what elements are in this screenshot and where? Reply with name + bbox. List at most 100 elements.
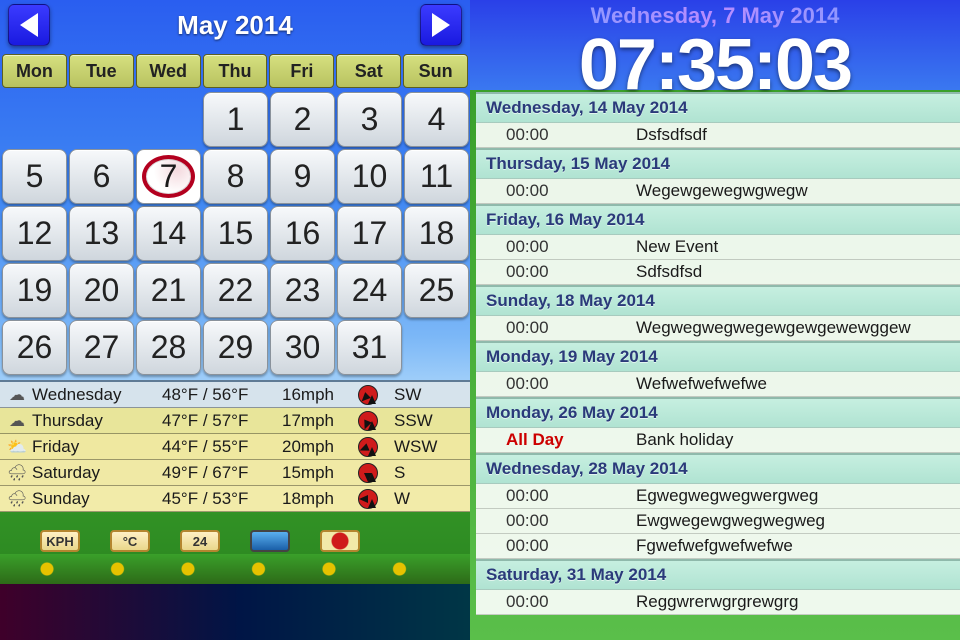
calendar-day[interactable]: 26 — [2, 320, 67, 375]
agenda-event-row[interactable]: All DayBank holiday — [476, 428, 960, 453]
calendar-day[interactable]: 2 — [270, 92, 335, 147]
calendar-day[interactable]: 7 — [136, 149, 201, 204]
agenda-event-time: 00:00 — [506, 181, 636, 201]
weather-dir: S — [384, 463, 454, 483]
agenda-event-time: 00:00 — [506, 237, 636, 257]
weekday-cell: Thu — [203, 54, 268, 88]
agenda-event-time: 00:00 — [506, 262, 636, 282]
next-month-button[interactable] — [420, 4, 462, 46]
weather-day: Thursday — [32, 411, 162, 431]
month-title: May 2014 — [177, 10, 293, 41]
options-row: KPH °C 24 — [40, 530, 360, 552]
weather-dir: SW — [384, 385, 454, 405]
calendar-day[interactable]: 22 — [203, 263, 268, 318]
compass-icon — [358, 463, 378, 483]
weather-temp: 49°F / 67°F — [162, 463, 282, 483]
calendar-day[interactable]: 20 — [69, 263, 134, 318]
weekday-cell: Mon — [2, 54, 67, 88]
calendar-day[interactable]: 29 — [203, 320, 268, 375]
agenda-event-title: Reggwrerwgrgrewgrg — [636, 592, 960, 612]
agenda-event-title: Sdfsdfsd — [636, 262, 960, 282]
agenda-day-header: Wednesday, 28 May 2014 — [476, 453, 960, 484]
calendar-day[interactable]: 24 — [337, 263, 402, 318]
calendar-day[interactable]: 25 — [404, 263, 469, 318]
weather-wind: 17mph — [282, 411, 352, 431]
compass-toggle-button[interactable] — [320, 530, 360, 552]
weather-temp: 45°F / 53°F — [162, 489, 282, 509]
wallpaper-button[interactable] — [250, 530, 290, 552]
calendar-day[interactable]: 31 — [337, 320, 402, 375]
calendar-day[interactable]: 9 — [270, 149, 335, 204]
weather-day: Sunday — [32, 489, 162, 509]
calendar-day[interactable]: 13 — [69, 206, 134, 261]
month-nav: May 2014 — [8, 4, 462, 46]
calendar-day[interactable]: 1 — [203, 92, 268, 147]
agenda-day-header: Saturday, 31 May 2014 — [476, 559, 960, 590]
agenda-day-header: Sunday, 18 May 2014 — [476, 285, 960, 316]
weather-temp: 48°F / 56°F — [162, 385, 282, 405]
calendar-day[interactable]: 30 — [270, 320, 335, 375]
calendar-day[interactable]: 16 — [270, 206, 335, 261]
current-time-label: 07:35:03 — [480, 29, 950, 101]
calendar-day[interactable]: 15 — [203, 206, 268, 261]
speed-unit-button[interactable]: KPH — [40, 530, 80, 552]
weather-day: Wednesday — [32, 385, 162, 405]
calendar-day[interactable]: 23 — [270, 263, 335, 318]
weekday-cell: Wed — [136, 54, 201, 88]
weekday-cell: Sun — [403, 54, 468, 88]
weather-row: 🌧Saturday49°F / 67°F15mphS — [0, 460, 470, 486]
calendar-day[interactable]: 3 — [337, 92, 402, 147]
weather-day: Friday — [32, 437, 162, 457]
compass-icon — [358, 411, 378, 431]
agenda-list[interactable]: Wednesday, 14 May 201400:00DsfsdfsdfThur… — [476, 92, 960, 640]
agenda-event-row[interactable]: 00:00Egwegwegwegwergweg — [476, 484, 960, 509]
weekday-header: MonTueWedThuFriSatSun — [2, 54, 468, 88]
clock-header: Wednesday, 7 May 2014 07:35:03 — [480, 0, 950, 101]
calendar-day[interactable]: 10 — [337, 149, 402, 204]
weather-wind: 18mph — [282, 489, 352, 509]
calendar-day[interactable]: 11 — [404, 149, 469, 204]
agenda-event-row[interactable]: 00:00Wegwegwegwegewgewgewewggew — [476, 316, 960, 341]
weather-icon: ☁ — [2, 411, 32, 431]
agenda-event-title: Dsfsdfsdf — [636, 125, 960, 145]
weather-dir: WSW — [384, 437, 454, 457]
calendar-day[interactable]: 28 — [136, 320, 201, 375]
compass-icon — [358, 385, 378, 405]
calendar-day[interactable]: 18 — [404, 206, 469, 261]
agenda-event-time: 00:00 — [506, 592, 636, 612]
weather-icon: 🌧 — [2, 463, 32, 483]
temp-unit-button[interactable]: °C — [110, 530, 150, 552]
agenda-event-time: 00:00 — [506, 374, 636, 394]
chevron-left-icon — [20, 13, 38, 37]
calendar-day[interactable]: 4 — [404, 92, 469, 147]
calendar-day[interactable]: 8 — [203, 149, 268, 204]
prev-month-button[interactable] — [8, 4, 50, 46]
agenda-event-row[interactable]: 00:00Fgwefwefgwefwefwe — [476, 534, 960, 559]
agenda-event-row[interactable]: 00:00New Event — [476, 235, 960, 260]
agenda-event-row[interactable]: 00:00Sdfsdfsd — [476, 260, 960, 285]
agenda-event-row[interactable]: 00:00Dsfsdfsdf — [476, 123, 960, 148]
agenda-event-time: 00:00 — [506, 536, 636, 556]
agenda-event-row[interactable]: 00:00Ewgwegewgwegwegweg — [476, 509, 960, 534]
weather-dir: SSW — [384, 411, 454, 431]
calendar-day[interactable]: 6 — [69, 149, 134, 204]
agenda-event-row[interactable]: 00:00Wegewgewegwgwegw — [476, 179, 960, 204]
agenda-event-title: Egwegwegwegwergweg — [636, 486, 960, 506]
agenda-day-header: Monday, 26 May 2014 — [476, 397, 960, 428]
calendar-day[interactable]: 5 — [2, 149, 67, 204]
calendar-day[interactable]: 12 — [2, 206, 67, 261]
calendar-day[interactable]: 17 — [337, 206, 402, 261]
agenda-event-title: Fgwefwefgwefwefwe — [636, 536, 960, 556]
hour-format-button[interactable]: 24 — [180, 530, 220, 552]
calendar-day[interactable]: 27 — [69, 320, 134, 375]
chevron-right-icon — [432, 13, 450, 37]
agenda-event-row[interactable]: 00:00Wefwefwefwefwe — [476, 372, 960, 397]
calendar-day[interactable]: 19 — [2, 263, 67, 318]
agenda-event-row[interactable]: 00:00Reggwrerwgrgrewgrg — [476, 590, 960, 615]
weather-wind: 20mph — [282, 437, 352, 457]
calendar-day[interactable]: 14 — [136, 206, 201, 261]
agenda-day-header: Friday, 16 May 2014 — [476, 204, 960, 235]
weather-table: ☁Wednesday48°F / 56°F16mphSW☁Thursday47°… — [0, 380, 470, 512]
weather-temp: 44°F / 55°F — [162, 437, 282, 457]
calendar-day[interactable]: 21 — [136, 263, 201, 318]
